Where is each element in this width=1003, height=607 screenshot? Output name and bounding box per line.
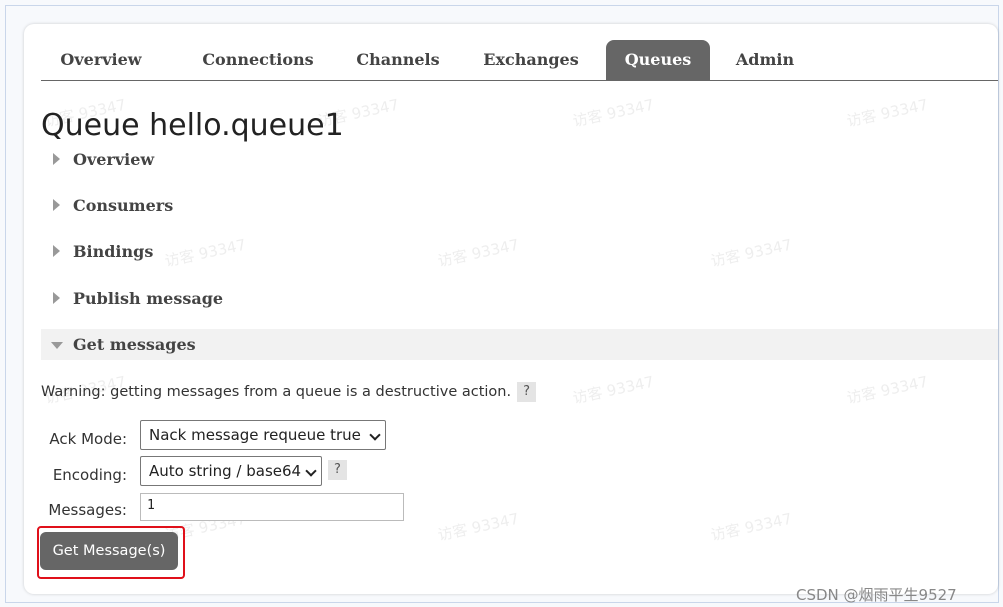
management-panel: 访客 93347 访客 93347 访客 93347 访客 93347 访客 9… xyxy=(24,24,998,594)
triangle-right-icon xyxy=(51,190,65,221)
messages-count-input[interactable]: 1 xyxy=(140,493,404,521)
watermark: 访客 93347 xyxy=(436,509,521,545)
section-bindings[interactable]: Bindings xyxy=(41,236,998,267)
tab-channels[interactable]: Channels xyxy=(347,40,449,81)
section-consumers[interactable]: Consumers xyxy=(41,190,998,221)
tab-overview[interactable]: Overview xyxy=(49,40,153,81)
section-label: Bindings xyxy=(73,242,154,261)
ack-mode-label: Ack Mode: xyxy=(49,430,127,448)
encoding-label: Encoding: xyxy=(52,466,127,484)
help-icon[interactable]: ? xyxy=(328,460,347,480)
watermark: 访客 93347 xyxy=(845,372,930,408)
ack-mode-value: Nack message requeue true xyxy=(149,426,361,444)
triangle-right-icon xyxy=(51,144,65,175)
tab-exchanges[interactable]: Exchanges xyxy=(473,40,589,81)
warning-text: Warning: getting messages from a queue i… xyxy=(41,384,512,400)
main-nav-tabs: Overview Connections Channels Exchanges … xyxy=(41,40,998,81)
section-overview[interactable]: Overview xyxy=(41,144,998,175)
section-get-messages[interactable]: Get messages xyxy=(41,329,998,360)
chevron-down-icon xyxy=(369,429,381,441)
watermark: 访客 93347 xyxy=(845,95,930,131)
tab-queues[interactable]: Queues xyxy=(606,40,710,81)
triangle-right-icon xyxy=(51,236,65,267)
watermark: 访客 93347 xyxy=(571,372,656,408)
section-label: Overview xyxy=(73,150,155,169)
tab-connections[interactable]: Connections xyxy=(193,40,323,81)
section-publish-message[interactable]: Publish message xyxy=(41,283,998,314)
watermark: 访客 93347 xyxy=(571,95,656,131)
section-label: Get messages xyxy=(73,335,196,354)
page-title: Queue hello.queue1 xyxy=(41,108,344,143)
ack-mode-select[interactable]: Nack message requeue true xyxy=(140,420,386,450)
help-icon[interactable]: ? xyxy=(517,382,537,402)
page-title-prefix: Queue xyxy=(41,108,140,143)
chevron-down-icon xyxy=(305,465,317,477)
watermark: 访客 93347 xyxy=(709,509,794,545)
attribution-watermark: CSDN @烟雨平生9527 xyxy=(796,586,957,604)
encoding-value: Auto string / base64 xyxy=(149,462,302,480)
queue-name: hello.queue1 xyxy=(149,108,344,143)
screenshot-frame: 访客 93347 访客 93347 访客 93347 访客 93347 访客 9… xyxy=(5,5,999,604)
triangle-right-icon xyxy=(51,283,65,314)
section-label: Consumers xyxy=(73,196,174,215)
get-messages-button[interactable]: Get Message(s) xyxy=(40,532,178,570)
triangle-down-icon xyxy=(51,329,65,360)
tab-admin[interactable]: Admin xyxy=(725,40,805,81)
section-label: Publish message xyxy=(73,289,224,308)
destructive-warning: Warning: getting messages from a queue i… xyxy=(41,381,537,403)
encoding-select[interactable]: Auto string / base64 xyxy=(140,456,322,486)
messages-label: Messages: xyxy=(48,501,127,519)
